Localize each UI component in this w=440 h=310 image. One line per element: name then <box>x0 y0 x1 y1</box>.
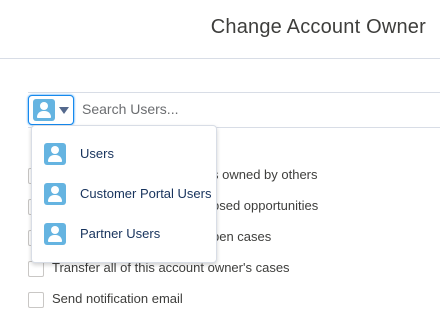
dropdown-item-label: Partner Users <box>80 226 161 241</box>
dropdown-item-partner-users[interactable]: Partner Users <box>32 216 216 252</box>
dropdown-item-label: Customer Portal Users <box>80 186 212 201</box>
user-icon <box>44 223 66 245</box>
option-label: pen cases <box>212 229 272 244</box>
entity-type-picker[interactable] <box>28 95 74 125</box>
search-input[interactable] <box>82 95 422 123</box>
option-send-notification-email[interactable]: Send notification email <box>28 291 428 310</box>
option-transfer-all-cases[interactable]: Transfer all of this account owner's cas… <box>28 260 428 280</box>
checkbox[interactable] <box>28 292 44 308</box>
dropdown-item-customer-portal-users[interactable]: Customer Portal Users <box>32 176 216 212</box>
dropdown-item-label: Users <box>80 146 114 161</box>
option-label: s owned by others <box>212 167 318 182</box>
modal-header: Change Account Owner <box>0 0 440 59</box>
dropdown-item-users[interactable]: Users <box>32 136 216 172</box>
checkbox[interactable] <box>28 261 44 277</box>
user-lookup <box>28 92 440 128</box>
option-label: osed opportunities <box>212 198 319 213</box>
user-icon <box>33 99 55 121</box>
entity-type-dropdown: Users Customer Portal Users Partner User… <box>31 125 217 263</box>
user-icon <box>44 183 66 205</box>
user-icon <box>44 143 66 165</box>
page-title: Change Account Owner <box>210 16 426 38</box>
chevron-down-icon <box>59 107 69 114</box>
option-label: Send notification email <box>52 291 183 306</box>
